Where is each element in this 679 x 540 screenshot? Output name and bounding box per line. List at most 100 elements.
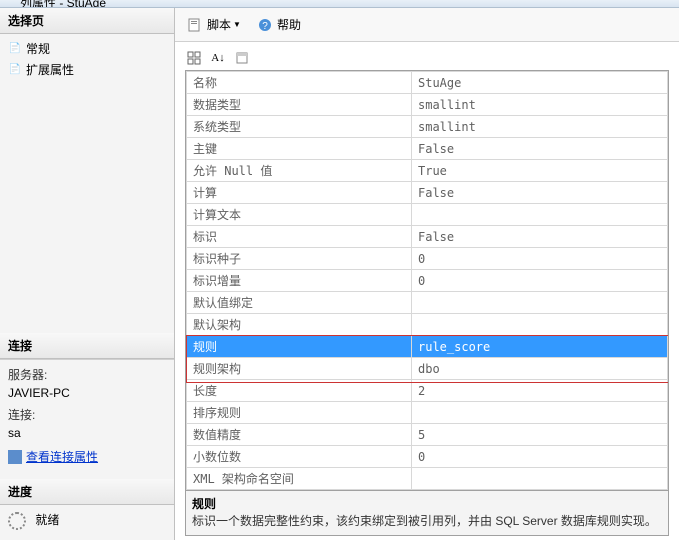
property-value[interactable]: 0 <box>412 270 668 292</box>
property-value[interactable]: 5 <box>412 424 668 446</box>
conn-label: 连接: <box>8 406 166 424</box>
nav-item-label: 常规 <box>26 40 50 57</box>
property-label: XML 架构命名空间架构 <box>187 490 412 491</box>
property-row[interactable]: XML 架构命名空间架构 <box>187 490 668 491</box>
nav-item-extended[interactable]: 📄 扩展属性 <box>0 59 174 80</box>
property-label: 排序规则 <box>187 402 412 424</box>
property-value[interactable]: False <box>412 138 668 160</box>
nav-item-general[interactable]: 📄 常规 <box>0 38 174 59</box>
script-label: 脚本 <box>207 16 231 33</box>
property-value[interactable]: smallint <box>412 116 668 138</box>
property-label: 规则架构 <box>187 358 412 380</box>
help-button[interactable]: ? 帮助 <box>253 14 305 35</box>
property-row[interactable]: 规则架构dbo <box>187 358 668 380</box>
description-title: 规则 <box>192 495 662 512</box>
property-pages-button[interactable] <box>233 49 251 67</box>
property-toolbar: A↓ <box>185 48 669 70</box>
property-row[interactable]: 默认架构 <box>187 314 668 336</box>
property-value[interactable] <box>412 402 668 424</box>
property-label: 默认值绑定 <box>187 292 412 314</box>
categorize-button[interactable] <box>185 49 203 67</box>
property-label: 主键 <box>187 138 412 160</box>
property-label: 标识 <box>187 226 412 248</box>
property-label: 长度 <box>187 380 412 402</box>
property-value[interactable] <box>412 292 668 314</box>
progress-block: 就绪 <box>0 505 174 540</box>
toolbar: 脚本 ▼ ? 帮助 <box>175 8 679 42</box>
conn-value: sa <box>8 424 166 442</box>
property-value[interactable]: 0 <box>412 248 668 270</box>
property-value[interactable]: smallint <box>412 94 668 116</box>
property-value[interactable]: False <box>412 182 668 204</box>
property-value[interactable]: dbo <box>412 358 668 380</box>
description-block: 规则 标识一个数据完整性约束，该约束绑定到被引用列，并由 SQL Server … <box>185 491 669 536</box>
property-label: 计算 <box>187 182 412 204</box>
property-row[interactable]: 标识种子0 <box>187 248 668 270</box>
property-value[interactable] <box>412 468 668 490</box>
property-row[interactable]: 规则rule_score <box>187 336 668 358</box>
titlebar: 列属性 - StuAge <box>0 0 679 8</box>
progress-icon <box>8 512 26 530</box>
connection-block: 服务器: JAVIER-PC 连接: sa 查看连接属性 <box>0 359 174 479</box>
help-label: 帮助 <box>277 16 301 33</box>
page-icon: 📄 <box>8 42 22 56</box>
property-value[interactable]: False <box>412 226 668 248</box>
property-row[interactable]: 长度2 <box>187 380 668 402</box>
property-label: 小数位数 <box>187 446 412 468</box>
property-row[interactable]: XML 架构命名空间 <box>187 468 668 490</box>
property-value[interactable]: 0 <box>412 446 668 468</box>
connection-header: 连接 <box>0 333 174 359</box>
property-label: 计算文本 <box>187 204 412 226</box>
dropdown-icon: ▼ <box>233 20 241 29</box>
property-value[interactable] <box>412 204 668 226</box>
property-row[interactable]: 计算文本 <box>187 204 668 226</box>
server-label: 服务器: <box>8 366 166 384</box>
right-panel: 脚本 ▼ ? 帮助 A↓ <box>175 8 679 540</box>
property-label: 标识增量 <box>187 270 412 292</box>
property-row[interactable]: 排序规则 <box>187 402 668 424</box>
view-connection-label: 查看连接属性 <box>26 448 98 466</box>
property-label: 规则 <box>187 336 412 358</box>
property-label: 系统类型 <box>187 116 412 138</box>
properties-icon <box>8 450 22 464</box>
property-row[interactable]: 标识False <box>187 226 668 248</box>
property-label: XML 架构命名空间 <box>187 468 412 490</box>
property-value[interactable]: StuAge <box>412 72 668 94</box>
help-icon: ? <box>257 17 273 33</box>
nav-item-label: 扩展属性 <box>26 61 74 78</box>
property-grid[interactable]: 名称StuAge数据类型smallint系统类型smallint主键False允… <box>186 71 668 490</box>
view-connection-link[interactable]: 查看连接属性 <box>8 448 98 466</box>
property-row[interactable]: 标识增量0 <box>187 270 668 292</box>
property-row[interactable]: 名称StuAge <box>187 72 668 94</box>
property-row[interactable]: 小数位数0 <box>187 446 668 468</box>
property-label: 默认架构 <box>187 314 412 336</box>
property-grid-scroll[interactable]: 名称StuAge数据类型smallint系统类型smallint主键False允… <box>186 71 668 490</box>
select-page-header: 选择页 <box>0 8 174 34</box>
progress-status: 就绪 <box>35 513 59 527</box>
server-value: JAVIER-PC <box>8 384 166 402</box>
script-button[interactable]: 脚本 ▼ <box>183 14 245 35</box>
property-value[interactable]: rule_score <box>412 336 668 358</box>
property-grid-wrap: 名称StuAge数据类型smallint系统类型smallint主键False允… <box>185 70 669 491</box>
property-label: 数值精度 <box>187 424 412 446</box>
property-value[interactable] <box>412 314 668 336</box>
left-panel: 选择页 📄 常规 📄 扩展属性 连接 服务器: JAVIER-PC 连接: sa <box>0 8 175 540</box>
property-value[interactable] <box>412 490 668 491</box>
window-title: 列属性 - StuAge <box>20 0 106 8</box>
property-row[interactable]: 主键False <box>187 138 668 160</box>
description-text: 标识一个数据完整性约束，该约束绑定到被引用列，并由 SQL Server 数据库… <box>192 512 662 529</box>
property-row[interactable]: 计算False <box>187 182 668 204</box>
nav-list: 📄 常规 📄 扩展属性 <box>0 34 174 84</box>
property-value[interactable]: True <box>412 160 668 182</box>
svg-text:?: ? <box>262 21 268 32</box>
sort-az-button[interactable]: A↓ <box>209 49 227 67</box>
property-row[interactable]: 数值精度5 <box>187 424 668 446</box>
property-value[interactable]: 2 <box>412 380 668 402</box>
property-row[interactable]: 允许 Null 值True <box>187 160 668 182</box>
property-row[interactable]: 默认值绑定 <box>187 292 668 314</box>
property-label: 数据类型 <box>187 94 412 116</box>
property-row[interactable]: 数据类型smallint <box>187 94 668 116</box>
property-label: 允许 Null 值 <box>187 160 412 182</box>
property-row[interactable]: 系统类型smallint <box>187 116 668 138</box>
script-icon <box>187 17 203 33</box>
